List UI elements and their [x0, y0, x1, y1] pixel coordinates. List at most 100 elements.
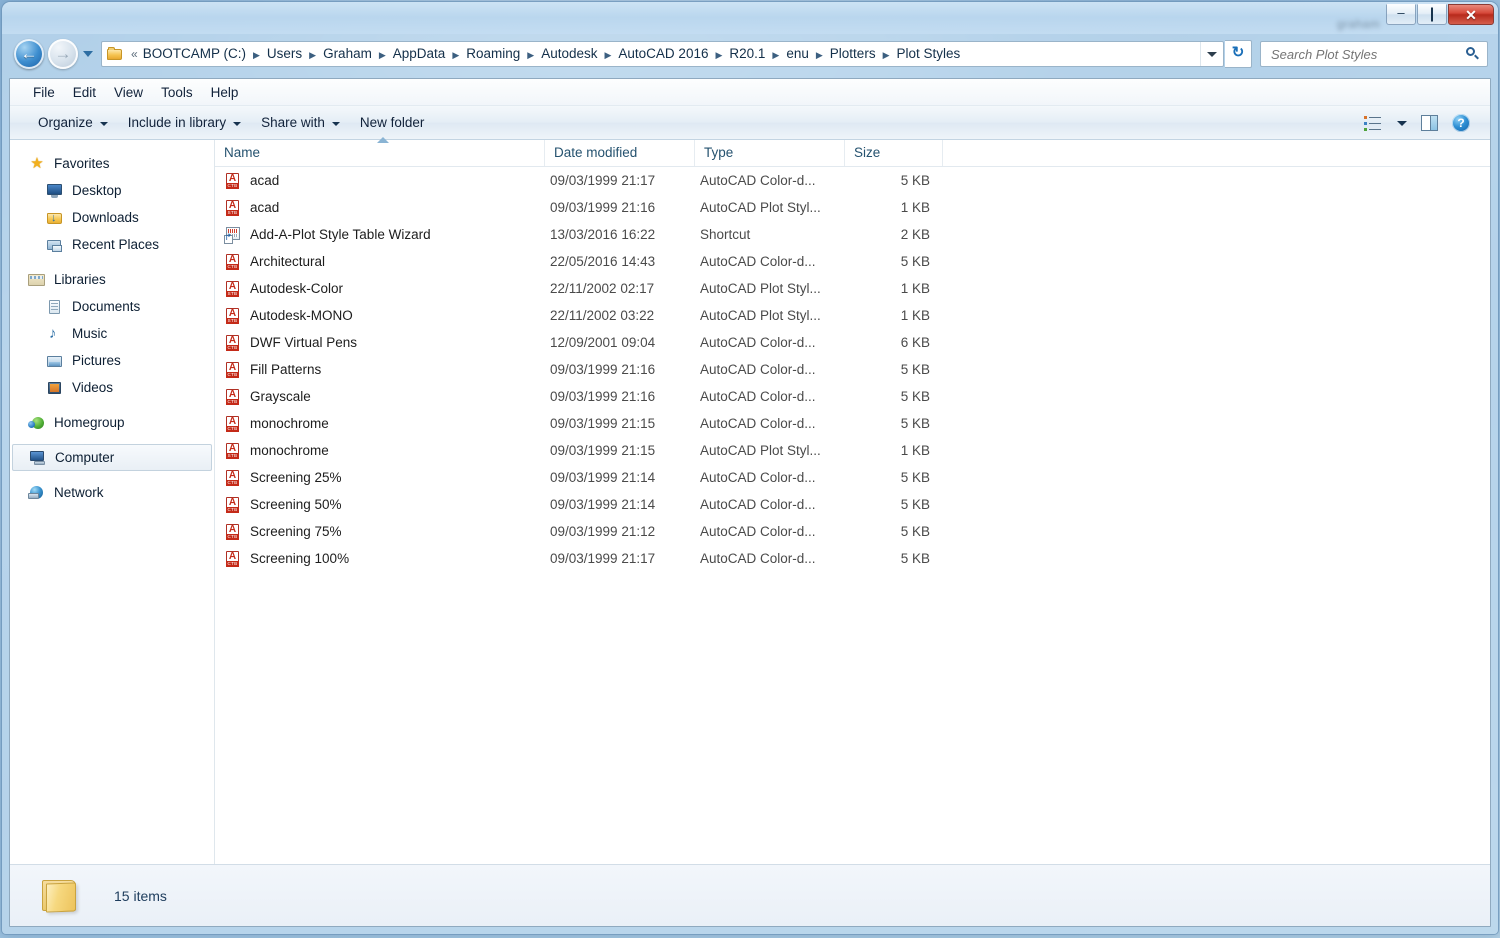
menu-item-file[interactable]: File: [24, 82, 64, 103]
file-row[interactable]: ACTBArchitectural22/05/2016 14:43AutoCAD…: [215, 248, 1490, 275]
breadcrumb-item-5[interactable]: Autodesk: [539, 44, 599, 63]
sidebar-item-desktop[interactable]: Desktop: [10, 177, 214, 204]
maximize-button[interactable]: [1417, 4, 1447, 25]
sidebar-item-documents[interactable]: Documents: [10, 293, 214, 320]
file-name-cell: ACTBArchitectural: [215, 253, 545, 271]
command-organize-label: Organize: [38, 115, 93, 130]
file-row[interactable]: ASTBacad09/03/1999 21:16AutoCAD Plot Sty…: [215, 194, 1490, 221]
file-list-pane[interactable]: Name Date modified Type Size ACTBacad09/…: [215, 140, 1490, 888]
help-icon: ?: [1452, 114, 1470, 132]
column-header-size[interactable]: Size: [845, 140, 943, 166]
recent-pages-dropdown-button[interactable]: [83, 48, 95, 60]
command-include-in-library-button[interactable]: Include in library: [118, 110, 251, 135]
file-row[interactable]: ACTBScreening 50%09/03/1999 21:14AutoCAD…: [215, 491, 1490, 518]
file-type-cell: AutoCAD Plot Styl...: [695, 443, 845, 458]
breadcrumb-separator-icon: ▶: [811, 50, 828, 60]
navigation-pane[interactable]: ★FavoritesDesktopDownloadsRecent Places L…: [10, 140, 215, 888]
search-input[interactable]: [1269, 46, 1465, 63]
file-name-label: monochrome: [250, 416, 329, 431]
sidebar-item-libraries[interactable]: Libraries: [10, 266, 214, 293]
autocad-ctb-file-icon: ACTB: [224, 415, 241, 433]
file-name-cell: ASTBAutodesk-Color: [215, 280, 545, 298]
refresh-button[interactable]: ↻: [1225, 40, 1252, 68]
forward-button[interactable]: →: [48, 39, 78, 69]
column-header-name[interactable]: Name: [215, 140, 545, 166]
autocad-stb-file-icon: ASTB: [224, 199, 241, 217]
breadcrumb-address-bar[interactable]: « BOOTCAMP (C:)▶Users▶Graham▶AppData▶Roa…: [101, 41, 1224, 67]
file-name-label: acad: [250, 200, 279, 215]
close-button[interactable]: ✕: [1448, 4, 1494, 25]
file-row[interactable]: ASTBAutodesk-Color22/11/2002 02:17AutoCA…: [215, 275, 1490, 302]
column-header-type[interactable]: Type: [695, 140, 845, 166]
sidebar-item-recent-places[interactable]: Recent Places: [10, 231, 214, 258]
breadcrumb-item-4[interactable]: Roaming: [464, 44, 522, 63]
file-date-modified-cell: 12/09/2001 09:04: [545, 335, 695, 350]
back-button[interactable]: ←: [14, 39, 44, 69]
breadcrumb-separator-icon: ▶: [304, 50, 321, 60]
file-row[interactable]: ACTBScreening 100%09/03/1999 21:17AutoCA…: [215, 545, 1490, 572]
file-type-cell: Shortcut: [695, 227, 845, 242]
breadcrumb-dropdown-button[interactable]: [1200, 42, 1223, 66]
breadcrumb-item-7[interactable]: R20.1: [727, 44, 767, 63]
command-organize-button[interactable]: Organize: [28, 110, 118, 135]
title-bar[interactable]: graham – ✕: [2, 2, 1498, 34]
file-row[interactable]: ACTBScreening 75%09/03/1999 21:12AutoCAD…: [215, 518, 1490, 545]
help-button[interactable]: ?: [1446, 110, 1476, 136]
file-date-modified-cell: 09/03/1999 21:16: [545, 362, 695, 377]
pictures-library-icon: [46, 353, 64, 369]
window-controls: – ✕: [1385, 4, 1494, 26]
file-size-cell: 1 KB: [845, 308, 943, 323]
change-view-dropdown-button[interactable]: [1390, 110, 1412, 136]
chevron-down-icon: [332, 122, 340, 126]
breadcrumb-overflow-icon[interactable]: «: [128, 47, 141, 61]
file-row[interactable]: ACTBGrayscale09/03/1999 21:16AutoCAD Col…: [215, 383, 1490, 410]
menu-item-edit[interactable]: Edit: [64, 82, 105, 103]
command-new-folder-label: New folder: [360, 115, 425, 130]
menu-item-help[interactable]: Help: [202, 82, 248, 103]
column-header-date-modified[interactable]: Date modified: [545, 140, 695, 166]
sidebar-item-videos[interactable]: Videos: [10, 374, 214, 401]
breadcrumb-separator-icon: ▶: [248, 50, 265, 60]
file-row[interactable]: ACTBScreening 25%09/03/1999 21:14AutoCAD…: [215, 464, 1490, 491]
menu-item-tools[interactable]: Tools: [152, 82, 202, 103]
command-new-folder-button[interactable]: New folder: [350, 110, 435, 135]
file-row[interactable]: ASTBAutodesk-MONO22/11/2002 03:22AutoCAD…: [215, 302, 1490, 329]
breadcrumb-item-8[interactable]: enu: [784, 44, 811, 63]
preview-pane-icon: [1421, 115, 1438, 131]
command-include-in-library-label: Include in library: [128, 115, 226, 130]
command-share-with-button[interactable]: Share with: [251, 110, 350, 135]
breadcrumb-item-10[interactable]: Plot Styles: [895, 44, 963, 63]
minimize-button[interactable]: –: [1386, 4, 1416, 25]
sidebar-item-computer[interactable]: Computer: [12, 444, 212, 471]
change-view-button[interactable]: [1358, 110, 1388, 136]
file-row[interactable]: ACTBacad09/03/1999 21:17AutoCAD Color-d.…: [215, 167, 1490, 194]
sidebar-item-music[interactable]: Music: [10, 320, 214, 347]
file-row[interactable]: Add-A-Plot Style Table Wizard13/03/2016 …: [215, 221, 1490, 248]
file-row[interactable]: ACTBmonochrome09/03/1999 21:15AutoCAD Co…: [215, 410, 1490, 437]
breadcrumb-item-2[interactable]: Graham: [321, 44, 374, 63]
sidebar-group: LibrariesDocumentsMusicPicturesVideos: [10, 266, 214, 401]
file-date-modified-cell: 09/03/1999 21:12: [545, 524, 695, 539]
breadcrumb-item-0[interactable]: BOOTCAMP (C:): [141, 44, 248, 63]
file-name-cell: ASTB acad: [215, 199, 545, 217]
file-row[interactable]: ACTBFill Patterns09/03/1999 21:16AutoCAD…: [215, 356, 1490, 383]
breadcrumb-item-3[interactable]: AppData: [391, 44, 448, 63]
file-type-cell: AutoCAD Color-d...: [695, 524, 845, 539]
breadcrumb-item-6[interactable]: AutoCAD 2016: [616, 44, 710, 63]
sidebar-item-homegroup[interactable]: Homegroup: [10, 409, 214, 436]
search-box[interactable]: [1260, 41, 1488, 67]
breadcrumb-item-1[interactable]: Users: [265, 44, 304, 63]
file-type-cell: AutoCAD Color-d...: [695, 335, 845, 350]
menu-item-view[interactable]: View: [105, 82, 152, 103]
file-row[interactable]: ASTBmonochrome09/03/1999 21:15AutoCAD Pl…: [215, 437, 1490, 464]
breadcrumb-item-9[interactable]: Plotters: [828, 44, 878, 63]
sidebar-item-downloads[interactable]: Downloads: [10, 204, 214, 231]
file-name-label: DWF Virtual Pens: [250, 335, 357, 350]
file-row[interactable]: ACTBDWF Virtual Pens12/09/2001 09:04Auto…: [215, 329, 1490, 356]
autocad-ctb-file-icon: ACTB: [224, 523, 241, 541]
sidebar-item-network[interactable]: Network: [10, 479, 214, 506]
sidebar-item-favorites[interactable]: ★Favorites: [10, 150, 214, 177]
sidebar-item-pictures[interactable]: Pictures: [10, 347, 214, 374]
show-preview-pane-button[interactable]: [1414, 110, 1444, 136]
desktop-background: graham – ✕ ← →: [0, 0, 1500, 938]
